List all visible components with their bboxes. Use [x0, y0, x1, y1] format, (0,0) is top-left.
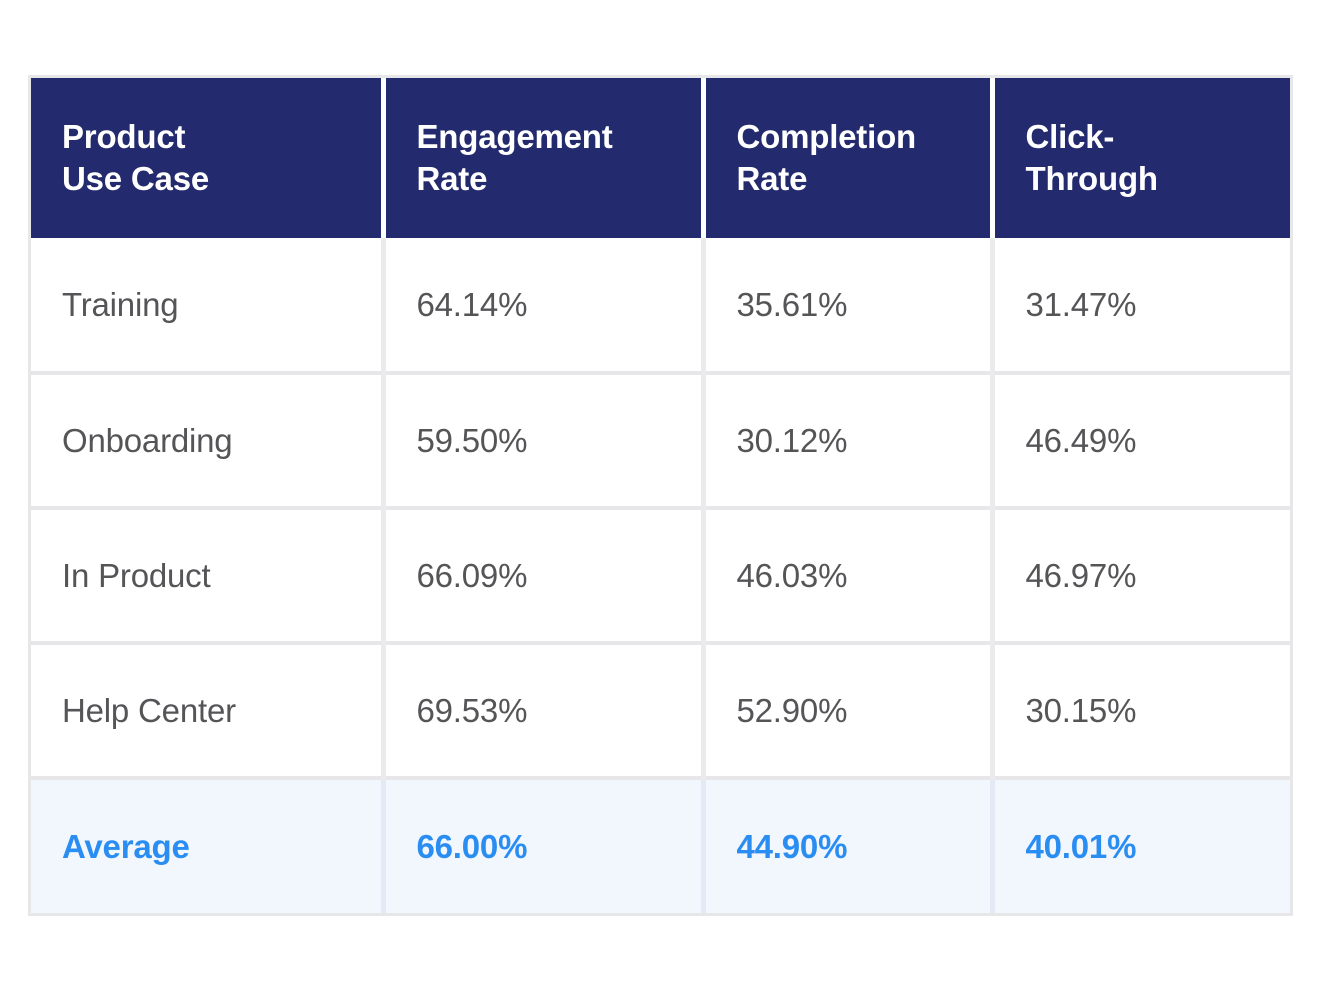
table-body: Training 64.14% 35.61% 31.47% Onboarding…: [31, 238, 1290, 913]
cell-summary-click-through: 40.01%: [992, 778, 1290, 913]
cell-completion-rate: 30.12%: [703, 373, 995, 510]
column-header-engagement-rate[interactable]: Engagement Rate: [383, 78, 706, 238]
table-row[interactable]: Training 64.14% 35.61% 31.47%: [31, 238, 1290, 375]
cell-click-through: 46.97%: [992, 508, 1290, 645]
page-root: Product Use Case Engagement Rate Complet…: [0, 0, 1320, 1000]
table-row[interactable]: Onboarding 59.50% 30.12% 46.49%: [31, 373, 1290, 510]
column-header-engagement-rate-label: Engagement Rate: [416, 118, 613, 197]
cell-engagement-rate: 66.09%: [383, 508, 706, 645]
cell-click-through: 31.47%: [992, 238, 1290, 375]
cell-use-case: Onboarding: [31, 373, 386, 510]
table-header: Product Use Case Engagement Rate Complet…: [31, 78, 1290, 238]
cell-click-through: 46.49%: [992, 373, 1290, 510]
column-header-completion-rate[interactable]: Completion Rate: [703, 78, 995, 238]
table-summary-row[interactable]: Average 66.00% 44.90% 40.01%: [31, 778, 1290, 913]
column-header-completion-rate-label: Completion Rate: [736, 118, 917, 197]
header-row: Product Use Case Engagement Rate Complet…: [31, 78, 1290, 238]
metrics-table: Product Use Case Engagement Rate Complet…: [31, 78, 1290, 913]
cell-click-through: 30.15%: [992, 643, 1290, 780]
cell-completion-rate: 52.90%: [703, 643, 995, 780]
table-row[interactable]: In Product 66.09% 46.03% 46.97%: [31, 508, 1290, 645]
column-header-click-through-label: Click- Through: [1025, 118, 1159, 197]
metrics-table-card: Product Use Case Engagement Rate Complet…: [31, 78, 1290, 913]
column-header-use-case[interactable]: Product Use Case: [31, 78, 386, 238]
cell-use-case: In Product: [31, 508, 386, 645]
cell-summary-completion-rate: 44.90%: [703, 778, 995, 913]
table-row[interactable]: Help Center 69.53% 52.90% 30.15%: [31, 643, 1290, 780]
cell-engagement-rate: 64.14%: [383, 238, 706, 375]
cell-use-case: Training: [31, 238, 386, 375]
cell-summary-engagement-rate: 66.00%: [383, 778, 706, 913]
cell-completion-rate: 46.03%: [703, 508, 995, 645]
column-header-use-case-label: Product Use Case: [62, 118, 209, 197]
cell-summary-label: Average: [31, 778, 386, 913]
cell-engagement-rate: 59.50%: [383, 373, 706, 510]
column-header-click-through[interactable]: Click- Through: [992, 78, 1290, 238]
cell-completion-rate: 35.61%: [703, 238, 995, 375]
cell-engagement-rate: 69.53%: [383, 643, 706, 780]
cell-use-case: Help Center: [31, 643, 386, 780]
